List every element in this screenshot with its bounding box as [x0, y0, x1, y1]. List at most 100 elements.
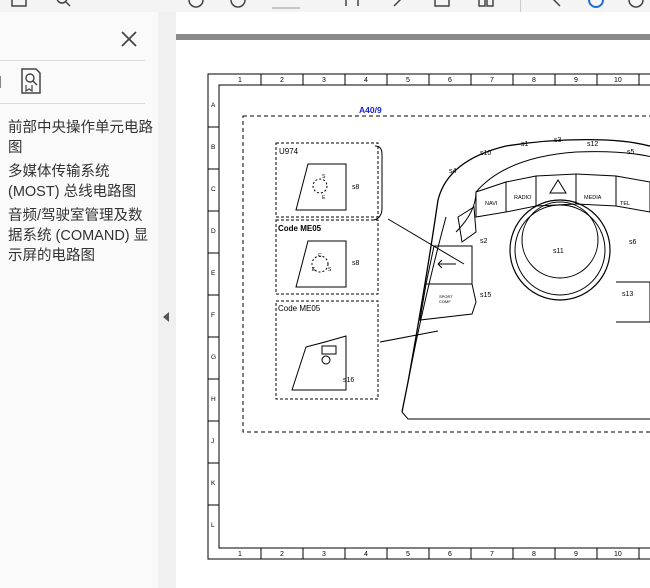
label-s3: s3 — [554, 137, 562, 144]
label-s11: s11 — [553, 248, 564, 255]
tel-button-label: TEL — [620, 201, 630, 207]
top-column-ruler: 1 2 3 4 5 6 7 8 9 10 — [238, 74, 640, 85]
col-label: 8 — [532, 551, 536, 558]
panel-title: U974 — [279, 147, 299, 156]
col-label: 3 — [322, 551, 326, 558]
col-label: 9 — [574, 551, 578, 558]
hand-tool-icon[interactable] — [390, 0, 410, 8]
navi-button-label: NAVI — [485, 201, 498, 207]
svg-text:S: S — [322, 174, 326, 180]
divider — [0, 60, 145, 61]
hazard-icon — [549, 179, 567, 194]
search-icon[interactable] — [54, 0, 74, 8]
page-down-icon[interactable] — [228, 0, 248, 8]
svg-text:C: C — [318, 253, 322, 259]
bookmark-item[interactable]: 前部中央操作单元电路图 — [8, 118, 156, 158]
close-icon[interactable] — [118, 28, 140, 50]
label-s2: s2 — [480, 238, 488, 245]
document-viewer[interactable]: 1 2 3 4 5 6 7 8 9 10 1 2 3 4 5 6 7 8 9 1… — [176, 12, 650, 588]
row-label: F — [211, 312, 215, 319]
bookmark-item[interactable]: 多媒体传输系统(MOST) 总线电路图 — [8, 162, 156, 202]
row-label: K — [211, 480, 216, 487]
panel-me05-b: Code ME05 s16 — [275, 300, 379, 400]
label-s8: s8 — [352, 184, 360, 191]
knob-top — [521, 201, 599, 279]
col-label: 10 — [614, 77, 622, 84]
ref-label: A40/9 — [359, 105, 382, 115]
col-label: 3 — [322, 77, 326, 84]
toolbar-divider — [520, 0, 521, 12]
label-s6: s6 — [629, 239, 637, 246]
media-button-label: MEDIA — [584, 195, 602, 201]
label-s8: s8 — [352, 260, 360, 267]
svg-text:E: E — [322, 195, 326, 201]
col-label: 6 — [448, 551, 452, 558]
wiring-diagram: 1 2 3 4 5 6 7 8 9 10 1 2 3 4 5 6 7 8 9 1… — [207, 73, 650, 560]
module-boundary — [242, 115, 650, 433]
col-label: 5 — [406, 77, 410, 84]
row-label: B — [211, 144, 215, 151]
label-s12: s12 — [587, 141, 598, 148]
control-unit-drawing: NAVI RADIO MEDIA TEL SPORT COMF s10 s1 s… — [401, 137, 650, 420]
page-edge — [176, 34, 650, 40]
page-number-input[interactable] — [270, 0, 302, 12]
svg-text:S: S — [328, 267, 332, 273]
bookmark-list: 前部中央操作单元电路图 多媒体传输系统(MOST) 总线电路图 音频/驾驶室管理… — [8, 118, 156, 270]
panel-collapse-handle[interactable] — [158, 12, 176, 588]
fit-page-icon[interactable] — [432, 0, 452, 8]
col-label: 8 — [532, 77, 536, 84]
collapse-arrow-icon — [163, 312, 169, 322]
radio-button-label: RADIO — [514, 195, 532, 201]
col-label: 1 — [238, 551, 242, 558]
select-tool-icon[interactable] — [342, 0, 362, 8]
row-label: G — [211, 354, 216, 361]
panel-title: Code ME05 — [278, 304, 321, 313]
button-s13 — [616, 281, 650, 323]
bookmark-search-icon[interactable] — [20, 68, 42, 94]
frame-outer — [207, 73, 650, 560]
help-icon[interactable] — [626, 0, 646, 8]
panel-u974: U974 S E s8 — [275, 142, 383, 221]
label-s5: s5 — [627, 149, 635, 156]
col-label: 6 — [448, 77, 452, 84]
row-label: D — [211, 228, 216, 235]
options-edge[interactable] — [0, 76, 4, 88]
col-label: 10 — [614, 551, 622, 558]
col-label: 5 — [406, 551, 410, 558]
panel-me05-a: Code ME05 CE S s8 — [275, 219, 379, 295]
col-label: 2 — [280, 551, 284, 558]
row-label: C — [211, 186, 216, 193]
col-label: 7 — [490, 551, 494, 558]
row-label: J — [211, 438, 214, 445]
button-s4 — [457, 206, 477, 243]
bottom-column-ruler: 1 2 3 4 5 6 7 8 9 10 — [238, 548, 640, 559]
label-s15: s15 — [480, 292, 491, 299]
col-label: 1 — [238, 77, 242, 84]
col-label: 7 — [490, 77, 494, 84]
page-view-icon[interactable] — [476, 0, 496, 8]
account-icon[interactable] — [586, 0, 606, 8]
row-ruler: A B C D E F G H J K L — [208, 102, 219, 529]
comf-label: COMF — [439, 299, 451, 304]
annotate-icon[interactable] — [544, 0, 564, 8]
bookmark-item[interactable]: 音频/驾驶室管理及数据系统 (COMAND) 显示屏的电路图 — [8, 206, 156, 266]
divider — [0, 103, 145, 104]
row-label: H — [211, 396, 216, 403]
save-icon[interactable] — [10, 0, 30, 8]
row-label: E — [211, 270, 216, 277]
label-s10: s10 — [480, 150, 491, 157]
page-up-icon[interactable] — [186, 0, 206, 8]
panel-title: Code ME05 — [278, 224, 322, 233]
row-label: A — [211, 102, 216, 109]
label-s13: s13 — [622, 291, 633, 298]
leader-line — [387, 218, 465, 265]
leader-line — [379, 330, 439, 343]
col-label: 4 — [364, 77, 368, 84]
bookmarks-panel: 前部中央操作单元电路图 多媒体传输系统(MOST) 总线电路图 音频/驾驶室管理… — [0, 12, 159, 588]
label-s1: s1 — [521, 141, 529, 148]
col-label: 9 — [574, 77, 578, 84]
label-s4: s4 — [449, 168, 457, 175]
button-s2 — [425, 245, 473, 285]
col-label: 2 — [280, 77, 284, 84]
label-s16: s16 — [343, 377, 354, 384]
